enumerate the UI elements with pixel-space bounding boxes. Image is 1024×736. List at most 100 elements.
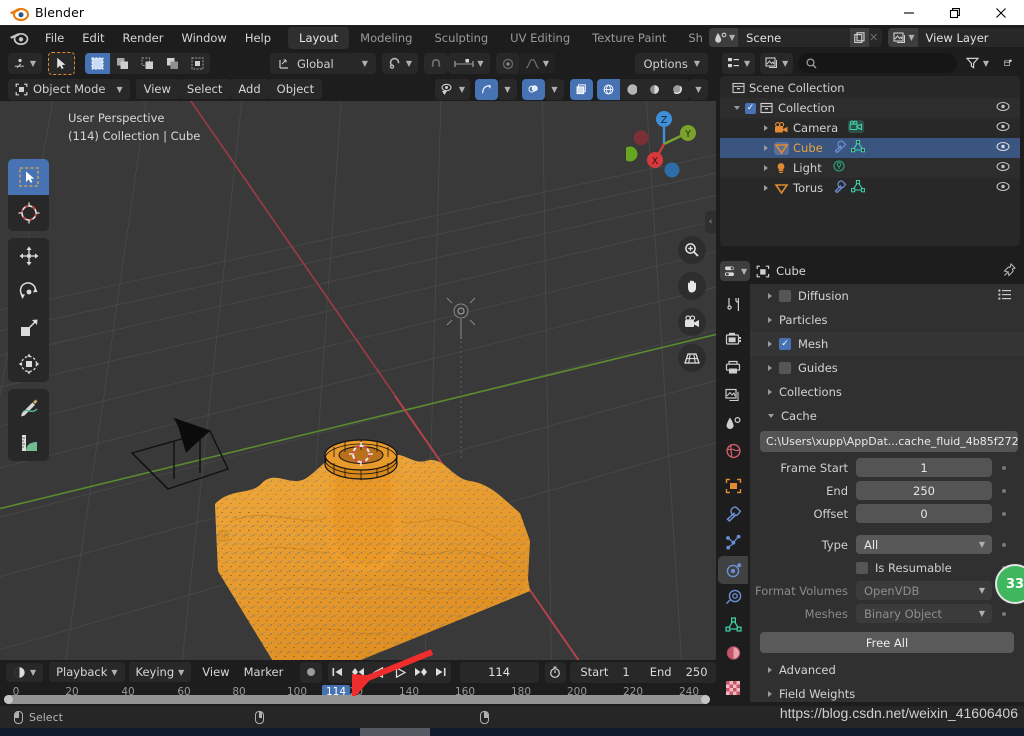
animate-meshes-icon[interactable]: [1002, 611, 1006, 616]
tab-shading[interactable]: Sh: [677, 27, 703, 49]
visibility-dropdown[interactable]: ▼: [434, 78, 470, 100]
tab-texture-paint[interactable]: Texture Paint: [581, 27, 677, 49]
mesh-data-icon[interactable]: [850, 140, 865, 156]
move-tool[interactable]: [8, 238, 49, 274]
playback-menu[interactable]: Playback ▼: [49, 662, 125, 682]
viewport-menu-view[interactable]: View: [135, 79, 179, 99]
expand-advanced-icon[interactable]: [768, 667, 772, 673]
new-scene-button[interactable]: [850, 28, 870, 47]
expand-field-weights-icon[interactable]: [768, 691, 772, 697]
properties-editor-type[interactable]: ▼: [720, 261, 751, 281]
viewport-menu-object[interactable]: Object: [268, 79, 323, 99]
animate-type-icon[interactable]: [1002, 542, 1006, 547]
texture-tab[interactable]: [718, 674, 748, 702]
panel-advanced[interactable]: Advanced: [750, 658, 1024, 682]
shading-solid[interactable]: [620, 78, 643, 100]
menu-file[interactable]: File: [36, 28, 73, 48]
outliner-row-scene-collection[interactable]: Scene Collection: [720, 78, 1020, 98]
expand-guides-icon[interactable]: [768, 365, 772, 371]
scrollbar-handle-left[interactable]: [4, 695, 13, 704]
value-end[interactable]: 250: [856, 481, 992, 500]
current-frame-field[interactable]: 114: [459, 661, 539, 683]
scale-tool[interactable]: [8, 310, 49, 346]
rotate-tool[interactable]: [8, 274, 49, 310]
use-preview-range-button[interactable]: [544, 661, 567, 683]
menu-help[interactable]: Help: [236, 28, 280, 48]
panel-field-weights[interactable]: Field Weights: [750, 682, 1024, 702]
panel-particles[interactable]: Particles: [750, 308, 1024, 332]
outliner-filter-button[interactable]: ▼: [962, 53, 993, 74]
overlays-toggle[interactable]: [522, 78, 545, 100]
keying-menu[interactable]: Keying ▼: [128, 662, 192, 682]
menu-render[interactable]: Render: [114, 28, 173, 48]
outliner-row-light[interactable]: Light: [720, 158, 1020, 178]
mode-dropdown[interactable]: Object Mode ▼: [8, 78, 130, 100]
material-tab[interactable]: [718, 639, 748, 667]
expand-mesh-icon[interactable]: [768, 341, 772, 347]
panel-cache[interactable]: Cache: [750, 404, 1024, 428]
world-tab[interactable]: [718, 437, 748, 465]
tab-uv-editing[interactable]: UV Editing: [499, 27, 581, 49]
expand-collection-icon[interactable]: [734, 106, 740, 110]
tab-modeling[interactable]: Modeling: [349, 27, 423, 49]
outliner-row-torus[interactable]: Torus: [720, 178, 1020, 198]
tool-tab[interactable]: [718, 291, 748, 319]
shading-material-preview[interactable]: [643, 78, 666, 100]
snap-magnet-toggle[interactable]: [424, 53, 448, 74]
select-extend-button[interactable]: [110, 53, 135, 74]
maximize-button[interactable]: [932, 0, 978, 25]
panel-collections[interactable]: Collections: [750, 380, 1024, 404]
hide-collection-icon[interactable]: [996, 101, 1010, 115]
select-intersect-button[interactable]: [185, 53, 210, 74]
viewport-menu-select[interactable]: Select: [178, 79, 231, 99]
modifier-tab[interactable]: [718, 500, 748, 528]
camera-icon[interactable]: [678, 308, 706, 336]
camera-data-icon[interactable]: [848, 120, 865, 136]
panel-diffusion[interactable]: Diffusion: [750, 284, 1024, 308]
tab-sculpting[interactable]: Sculpting: [423, 27, 499, 49]
outliner-display-mode[interactable]: ▼: [722, 52, 756, 74]
select-set-button[interactable]: [85, 53, 110, 74]
outliner-row-camera[interactable]: Camera: [720, 118, 1020, 138]
animate-offset-icon[interactable]: [1002, 511, 1006, 516]
expand-camera-icon[interactable]: [764, 125, 768, 131]
viewport-menu-add[interactable]: Add: [230, 79, 269, 99]
annotate-tool[interactable]: [8, 389, 49, 425]
select-invert-button[interactable]: [160, 53, 185, 74]
value-meshes[interactable]: Binary Object ▼: [856, 604, 992, 623]
tweak-select-tool[interactable]: [8, 159, 49, 195]
pin-id-icon[interactable]: [1002, 262, 1016, 281]
zoom-icon[interactable]: [678, 236, 706, 264]
scene-tab[interactable]: [718, 409, 748, 437]
scene-selector[interactable]: ▼ Scene ✕: [708, 28, 883, 47]
viewport-sidebar-toggle[interactable]: ‹: [705, 211, 716, 233]
outliner-row-collection[interactable]: ✓ Collection: [720, 98, 1020, 118]
animate-frame-start-icon[interactable]: [1002, 465, 1006, 470]
outliner-filter-scene[interactable]: ▼: [760, 52, 794, 74]
hand-icon[interactable]: [678, 272, 706, 300]
hide-camera-icon[interactable]: [996, 121, 1010, 135]
select-subtract-button[interactable]: [135, 53, 160, 74]
xray-toggle[interactable]: [570, 78, 593, 100]
shading-wireframe[interactable]: [597, 78, 620, 100]
expand-collections-icon[interactable]: [768, 389, 772, 395]
scene-name[interactable]: Scene: [738, 31, 850, 45]
minimize-button[interactable]: [886, 0, 932, 25]
cache-path-field[interactable]: C:\Users\xupp\AppDat...cache_fluid_4b85f…: [760, 431, 1018, 452]
render-tab[interactable]: [718, 326, 748, 354]
properties-panel-body[interactable]: Diffusion Particles ✓ Mesh Guides Collec…: [750, 284, 1024, 702]
measure-tool[interactable]: [8, 425, 49, 461]
auto-keyframe-button[interactable]: [300, 661, 322, 683]
shading-rendered[interactable]: [666, 78, 689, 100]
data-tab[interactable]: [718, 611, 748, 639]
overlays-dropdown[interactable]: ▼: [545, 78, 564, 100]
mesh-data-icon[interactable]: [851, 180, 866, 196]
view-layer-icon[interactable]: ▼: [888, 28, 918, 47]
constraints-tab[interactable]: [718, 584, 748, 612]
gizmo-dropdown[interactable]: ▼: [498, 78, 517, 100]
object-tab[interactable]: [718, 472, 748, 500]
diffusion-checkbox[interactable]: [779, 290, 791, 302]
hide-torus-icon[interactable]: [996, 181, 1010, 195]
menu-window[interactable]: Window: [172, 28, 235, 48]
viewport-canvas[interactable]: User Perspective (114) Collection | Cube…: [0, 101, 716, 660]
